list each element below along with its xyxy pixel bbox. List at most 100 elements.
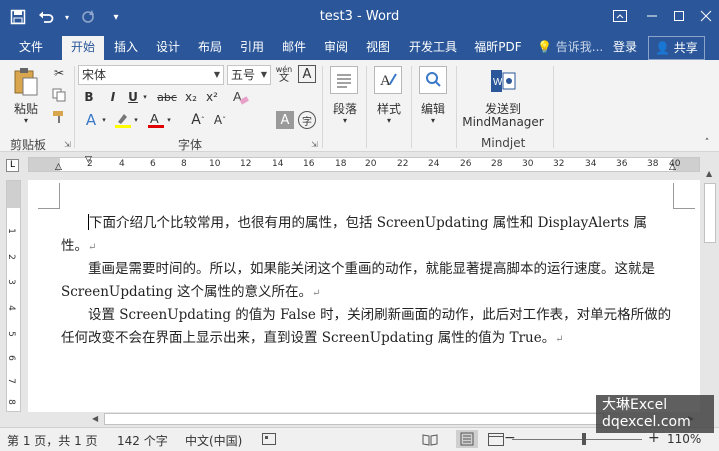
vertical-scroll-thumb[interactable] bbox=[704, 183, 716, 243]
character-border-icon[interactable]: A bbox=[298, 65, 316, 83]
bold-button[interactable]: B bbox=[80, 88, 98, 106]
highlight-dropdown-icon[interactable]: ▾ bbox=[132, 110, 140, 130]
styles-button[interactable]: 样式 bbox=[374, 100, 404, 117]
paragraph-mark: ↵ bbox=[312, 288, 321, 299]
tab-references[interactable]: 引用 bbox=[234, 36, 270, 60]
paragraph-dropdown-icon[interactable]: ▾ bbox=[340, 116, 350, 125]
paragraph-button[interactable]: 段落 bbox=[330, 100, 360, 117]
copy-icon[interactable] bbox=[50, 86, 68, 104]
read-mode-icon[interactable] bbox=[422, 433, 438, 449]
share-button[interactable]: 👤 共享 bbox=[648, 36, 705, 60]
svg-text:A: A bbox=[380, 73, 391, 89]
italic-button[interactable]: I bbox=[104, 88, 122, 106]
print-layout-icon[interactable] bbox=[456, 430, 478, 448]
collapse-ribbon-icon[interactable]: ˄ bbox=[700, 136, 714, 150]
paste-dropdown-icon[interactable]: ▾ bbox=[20, 116, 32, 125]
find-icon[interactable] bbox=[419, 66, 447, 94]
tab-home[interactable]: 开始 bbox=[62, 36, 104, 60]
phonetic-guide-icon[interactable]: wén 文 bbox=[274, 64, 294, 84]
tell-me-label: 告诉我... bbox=[555, 40, 604, 54]
vertical-scrollbar[interactable]: ▲ bbox=[701, 153, 719, 425]
styles-dropdown-icon[interactable]: ▾ bbox=[384, 116, 394, 125]
tell-me-search[interactable]: 💡 告诉我... bbox=[537, 36, 603, 60]
font-launcher-icon[interactable]: ⇲ bbox=[311, 140, 318, 149]
text-effects-dropdown-icon[interactable]: ▾ bbox=[100, 110, 108, 130]
page-count[interactable]: 第 1 页，共 1 页 bbox=[7, 432, 98, 449]
web-layout-icon[interactable] bbox=[488, 433, 504, 449]
character-shading-button[interactable]: A bbox=[276, 111, 294, 129]
paste-icon[interactable] bbox=[12, 66, 40, 98]
styles-icon[interactable]: A bbox=[374, 66, 402, 94]
zoom-slider-thumb[interactable] bbox=[582, 433, 586, 445]
enclose-characters-button[interactable]: 字 bbox=[298, 111, 316, 129]
tab-foxit-pdf[interactable]: 福昕PDF bbox=[468, 36, 528, 60]
vruler-number: 7 bbox=[5, 378, 16, 384]
text-effects-icon[interactable]: A bbox=[80, 110, 102, 130]
vertical-ruler[interactable]: 1 2 3 4 5 6 7 8 bbox=[6, 180, 21, 412]
paragraph-mark: ↵ bbox=[555, 334, 564, 345]
mindmanager-icon[interactable]: W bbox=[488, 66, 518, 96]
right-indent-marker[interactable]: △ bbox=[669, 162, 676, 172]
tab-review[interactable]: 审阅 bbox=[318, 36, 354, 60]
tab-developer[interactable]: 开发工具 bbox=[402, 36, 464, 60]
scroll-left-icon[interactable]: ◀ bbox=[92, 414, 98, 423]
horizontal-ruler[interactable]: 2 4 6 8 10 12 14 16 18 20 22 24 26 28 30… bbox=[28, 155, 700, 172]
subscript-button[interactable]: x₂ bbox=[182, 88, 200, 106]
scroll-up-icon[interactable]: ▲ bbox=[706, 169, 712, 178]
ruler-number: 34 bbox=[585, 159, 597, 169]
ribbon-display-options-icon[interactable] bbox=[604, 0, 636, 32]
sign-in-link[interactable]: 登录 bbox=[613, 36, 637, 60]
document-page[interactable]: 下面介绍几个比较常用，也很有用的属性，包括 ScreenUpdating 属性和… bbox=[28, 180, 700, 412]
underline-dropdown-icon[interactable]: ▾ bbox=[141, 88, 149, 106]
group-separator bbox=[411, 66, 412, 148]
tab-insert[interactable]: 插入 bbox=[108, 36, 144, 60]
font-size-combo[interactable]: 五号 ▼ bbox=[227, 65, 271, 85]
tab-selector-icon[interactable]: L bbox=[6, 159, 19, 172]
font-name-combo[interactable]: 宋体 ▼ bbox=[78, 65, 224, 85]
superscript-button[interactable]: x² bbox=[203, 88, 221, 106]
paragraph-icon[interactable] bbox=[330, 66, 358, 94]
document-paragraph[interactable]: 设置 ScreenUpdating 的值为 False 时，关闭刷新画面的动作，… bbox=[61, 304, 673, 351]
first-line-indent-marker[interactable]: ▽ bbox=[85, 155, 92, 165]
group-separator bbox=[322, 66, 323, 148]
font-color-icon[interactable]: A bbox=[146, 110, 166, 130]
format-painter-icon[interactable] bbox=[50, 108, 68, 126]
grow-font-button[interactable]: Aˆ bbox=[188, 110, 208, 130]
tab-design[interactable]: 设计 bbox=[150, 36, 186, 60]
word-count[interactable]: 142 个字 bbox=[117, 432, 168, 449]
strikethrough-button[interactable]: abc bbox=[154, 88, 180, 106]
horizontal-scroll-thumb[interactable] bbox=[104, 413, 604, 425]
tab-mailings[interactable]: 邮件 bbox=[276, 36, 312, 60]
cut-icon[interactable]: ✂ bbox=[50, 64, 68, 82]
ribbon-tab-bar: 文件 开始 插入 设计 布局 引用 邮件 审阅 视图 开发工具 福昕PDF 💡 … bbox=[0, 36, 719, 60]
highlight-icon[interactable] bbox=[112, 110, 134, 130]
zoom-slider[interactable] bbox=[512, 439, 642, 440]
editing-dropdown-icon[interactable]: ▾ bbox=[428, 116, 438, 125]
zoom-level[interactable]: 110% bbox=[667, 432, 701, 446]
clear-formatting-icon[interactable]: A bbox=[230, 87, 250, 107]
close-icon[interactable] bbox=[690, 0, 719, 32]
vruler-number: 1 bbox=[5, 228, 16, 234]
tab-layout[interactable]: 布局 bbox=[192, 36, 228, 60]
document-paragraph[interactable]: 重画是需要时间的。所以，如果能关闭这个重画的动作，就能显著提高脚本的运行速度。这… bbox=[61, 258, 673, 305]
ruler-number: 24 bbox=[428, 159, 440, 169]
underline-button[interactable]: U bbox=[124, 88, 142, 106]
macro-record-icon[interactable] bbox=[262, 433, 276, 448]
shrink-font-button[interactable]: Aˇ bbox=[210, 110, 230, 130]
horizontal-ruler-area: L 2 4 6 8 10 12 14 16 18 20 22 24 26 28 … bbox=[0, 153, 719, 178]
clipboard-launcher-icon[interactable]: ⇲ bbox=[64, 140, 71, 149]
language-indicator[interactable]: 中文(中国) bbox=[185, 432, 242, 449]
send-to-mindmanager-line2[interactable]: MindManager bbox=[458, 115, 548, 129]
font-name-value: 宋体 bbox=[82, 68, 107, 82]
left-indent-marker[interactable]: △ bbox=[55, 162, 62, 172]
share-label: 共享 bbox=[673, 41, 698, 55]
vruler-number: 6 bbox=[5, 355, 16, 361]
font-color-dropdown-icon[interactable]: ▾ bbox=[165, 110, 173, 130]
paragraph-mark: ↵ bbox=[88, 242, 97, 253]
editing-button[interactable]: 编辑 bbox=[417, 100, 449, 117]
document-paragraph[interactable]: 下面介绍几个比较常用，也很有用的属性，包括 ScreenUpdating 属性和… bbox=[61, 212, 673, 259]
paste-button[interactable]: 粘贴 bbox=[10, 100, 42, 117]
tab-view[interactable]: 视图 bbox=[360, 36, 396, 60]
zoom-out-icon[interactable]: − bbox=[504, 430, 516, 446]
tab-file[interactable]: 文件 bbox=[10, 36, 52, 60]
